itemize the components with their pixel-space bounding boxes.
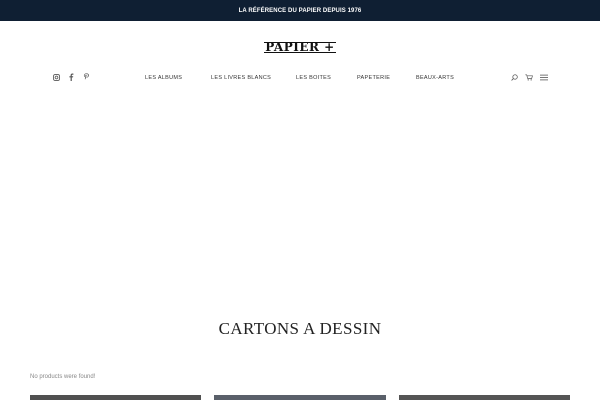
- nav-item-papeterie[interactable]: PAPETERIE: [357, 73, 390, 83]
- nav-item-boites[interactable]: LES BOITES: [296, 73, 331, 83]
- product-card[interactable]: [30, 395, 201, 400]
- product-card[interactable]: [214, 395, 386, 400]
- cart-icon[interactable]: [525, 73, 533, 81]
- no-products-notice: No products were found!: [30, 374, 96, 380]
- nav-item-livres-blancs[interactable]: LES LIVRES BLANCS: [211, 73, 271, 83]
- menu-icon[interactable]: [540, 73, 548, 81]
- page-title: CARTONS A DESSIN: [218, 319, 382, 338]
- site-logo[interactable]: PAPIER +: [0, 40, 600, 54]
- nav-item-albums[interactable]: LES ALBUMS: [145, 73, 182, 83]
- product-card[interactable]: [399, 395, 570, 400]
- announcement-bar: LA RÉFÉRENCE DU PAPIER DEPUIS 1976: [0, 0, 600, 21]
- announcement-text: LA RÉFÉRENCE DU PAPIER DEPUIS 1976: [238, 7, 362, 14]
- header-tools: [510, 73, 548, 81]
- logo-text: PAPIER +: [264, 40, 336, 54]
- search-icon[interactable]: [510, 73, 518, 81]
- nav-item-beaux-arts[interactable]: BEAUX-ARTS: [416, 73, 454, 83]
